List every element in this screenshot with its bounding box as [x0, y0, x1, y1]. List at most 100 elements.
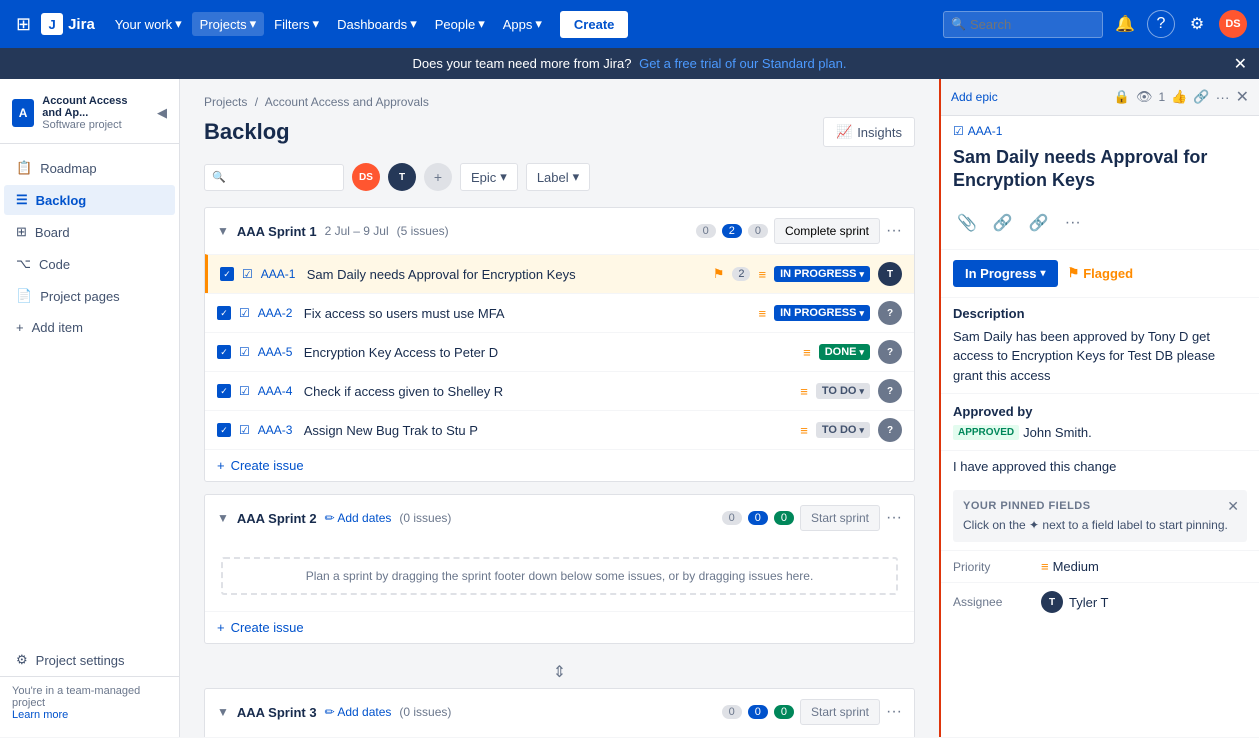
- checkbox-aaa1[interactable]: ✓: [220, 267, 234, 281]
- sidebar-collapse-icon[interactable]: ◀: [157, 105, 167, 121]
- issue-row-aaa3[interactable]: ✓ ☑ AAA-3 Assign New Bug Trak to Stu P ≡…: [205, 410, 914, 449]
- assignee-aaa5[interactable]: ?: [878, 340, 902, 364]
- issue-row-aaa2[interactable]: ✓ ☑ AAA-2 Fix access so users must use M…: [205, 293, 914, 332]
- assignee-aaa4[interactable]: ?: [878, 379, 902, 403]
- create-button[interactable]: Create: [560, 11, 628, 38]
- detail-description-section: Description Sam Daily has been approved …: [941, 297, 1259, 394]
- share-icon[interactable]: 🔗: [1193, 89, 1209, 105]
- people-menu[interactable]: People ▾: [427, 12, 493, 36]
- apps-menu[interactable]: Apps ▾: [495, 12, 550, 36]
- filters-menu[interactable]: Filters ▾: [266, 12, 327, 36]
- sprint3-section: ▼ AAA Sprint 3 ✏ Add dates (0 issues) 0 …: [204, 688, 915, 737]
- in-progress-status-button[interactable]: In Progress ▾: [953, 260, 1058, 287]
- sprint2-toggle[interactable]: ▼: [217, 511, 229, 525]
- sprint3-toggle[interactable]: ▼: [217, 705, 229, 719]
- breadcrumb-projects[interactable]: Projects: [204, 95, 247, 109]
- grid-icon[interactable]: ⊞: [12, 10, 35, 39]
- avatar-add[interactable]: +: [424, 163, 452, 191]
- priority-label: Priority: [953, 560, 1033, 574]
- start-sprint2-button[interactable]: Start sprint: [800, 505, 880, 531]
- issue-key-aaa1: AAA-1: [261, 267, 299, 281]
- resize-handle[interactable]: ⇕: [204, 656, 915, 688]
- banner-link[interactable]: Get a free trial of our Standard plan.: [639, 56, 846, 71]
- avatar-ds[interactable]: DS: [352, 163, 380, 191]
- status-aaa3[interactable]: TO DO ▾: [816, 422, 870, 438]
- issue-row-aaa5[interactable]: ✓ ☑ AAA-5 Encryption Key Access to Peter…: [205, 332, 914, 371]
- projects-menu[interactable]: Projects ▾: [192, 12, 265, 36]
- watch-count: 1: [1159, 90, 1166, 104]
- sidebar-item-backlog[interactable]: ☰ Backlog: [4, 185, 175, 215]
- insights-button[interactable]: 📈 Insights: [823, 117, 915, 147]
- detail-issue-id[interactable]: AAA-1: [968, 124, 1003, 138]
- status-aaa2[interactable]: IN PROGRESS ▾: [774, 305, 870, 321]
- sidebar-item-settings[interactable]: ⚙ Project settings: [4, 645, 175, 675]
- checkbox-aaa4[interactable]: ✓: [217, 384, 231, 398]
- notifications-icon[interactable]: 🔔: [1111, 10, 1139, 38]
- checkbox-aaa5[interactable]: ✓: [217, 345, 231, 359]
- link-icon[interactable]: 🔗: [1025, 209, 1053, 237]
- jira-logo[interactable]: J Jira: [41, 13, 95, 35]
- sidebar-item-project-pages[interactable]: 📄 Project pages: [4, 281, 175, 311]
- project-icon: A: [12, 99, 34, 127]
- help-icon[interactable]: ?: [1147, 10, 1175, 38]
- settings-sidebar-icon: ⚙: [16, 652, 28, 668]
- sidebar-item-add[interactable]: + Add item: [4, 313, 175, 342]
- sidebar-label-code: Code: [39, 257, 70, 272]
- settings-icon[interactable]: ⚙: [1183, 10, 1211, 38]
- create-issue-sprint1[interactable]: + Create issue: [205, 449, 914, 481]
- dashboards-menu[interactable]: Dashboards ▾: [329, 12, 425, 36]
- add-icon: +: [16, 320, 24, 335]
- detail-panel-topbar: Add epic 🔒 👁 1 👍 🔗 ··· ✕: [941, 79, 1259, 116]
- status-aaa1[interactable]: IN PROGRESS ▾: [774, 266, 870, 282]
- avatar-t[interactable]: T: [388, 163, 416, 191]
- sidebar-item-board[interactable]: ⊞ Board: [4, 217, 175, 247]
- user-avatar[interactable]: DS: [1219, 10, 1247, 38]
- epic-filter[interactable]: Epic ▾: [460, 163, 518, 191]
- sprint3-more[interactable]: ···: [886, 703, 902, 721]
- assignee-aaa3[interactable]: ?: [878, 418, 902, 442]
- sidebar-item-roadmap[interactable]: 📋 Roadmap: [4, 153, 175, 183]
- your-work-menu[interactable]: Your work ▾: [107, 12, 190, 36]
- sprint1-name: AAA Sprint 1: [237, 224, 317, 239]
- thumbs-up-icon[interactable]: 👍: [1171, 89, 1187, 105]
- sprint2-more[interactable]: ···: [886, 509, 902, 527]
- pinned-close-icon[interactable]: ✕: [1227, 498, 1239, 515]
- label-filter[interactable]: Label ▾: [526, 163, 590, 191]
- approved-by-section: Approved by APPROVED John Smith.: [941, 393, 1259, 450]
- status-aaa4[interactable]: TO DO ▾: [816, 383, 870, 399]
- more-actions-icon[interactable]: ···: [1061, 210, 1085, 236]
- watch-icon[interactable]: 👁: [1136, 89, 1153, 105]
- complete-sprint-button[interactable]: Complete sprint: [774, 218, 880, 244]
- breadcrumb-project[interactable]: Account Access and Approvals: [265, 95, 429, 109]
- assignee-aaa1[interactable]: T: [878, 262, 902, 286]
- status-aaa5[interactable]: DONE ▾: [819, 344, 870, 360]
- detail-close-icon[interactable]: ✕: [1236, 87, 1249, 107]
- issue-key-aaa3: AAA-3: [258, 423, 296, 437]
- detail-more-icon[interactable]: ···: [1216, 89, 1230, 105]
- start-sprint3-button[interactable]: Start sprint: [800, 699, 880, 725]
- assignee-aaa2[interactable]: ?: [878, 301, 902, 325]
- board-icon: ⊞: [16, 224, 27, 240]
- sprint3-header: ▼ AAA Sprint 3 ✏ Add dates (0 issues) 0 …: [205, 689, 914, 735]
- sidebar-item-code[interactable]: ⌥ Code: [4, 249, 175, 279]
- issue-title-aaa1: Sam Daily needs Approval for Encryption …: [307, 267, 705, 282]
- checkbox-aaa3[interactable]: ✓: [217, 423, 231, 437]
- sprint2-add-dates[interactable]: ✏ Add dates: [325, 511, 392, 525]
- create-issue-sprint2[interactable]: + Create issue: [205, 611, 914, 643]
- child-issue-icon[interactable]: 🔗: [989, 209, 1017, 237]
- priority-medium-icon: ≡: [1041, 559, 1049, 574]
- sprint1-toggle[interactable]: ▼: [217, 224, 229, 238]
- attach-icon[interactable]: 📎: [953, 209, 981, 237]
- page-header: Backlog 📈 Insights: [204, 117, 915, 147]
- issue-key-aaa5: AAA-5: [258, 345, 296, 359]
- search-input[interactable]: [943, 11, 1103, 38]
- page-title: Backlog: [204, 119, 290, 145]
- learn-more-link[interactable]: Learn more: [12, 709, 68, 721]
- issue-row-aaa4[interactable]: ✓ ☑ AAA-4 Check if access given to Shell…: [205, 371, 914, 410]
- sprint1-more[interactable]: ···: [886, 222, 902, 240]
- sprint3-add-dates[interactable]: ✏ Add dates: [325, 705, 392, 719]
- banner-close[interactable]: ✕: [1234, 54, 1247, 74]
- priority-field-row: Priority ≡ Medium: [941, 550, 1259, 582]
- issue-row-aaa1[interactable]: ✓ ☑ AAA-1 Sam Daily needs Approval for E…: [205, 254, 914, 293]
- checkbox-aaa2[interactable]: ✓: [217, 306, 231, 320]
